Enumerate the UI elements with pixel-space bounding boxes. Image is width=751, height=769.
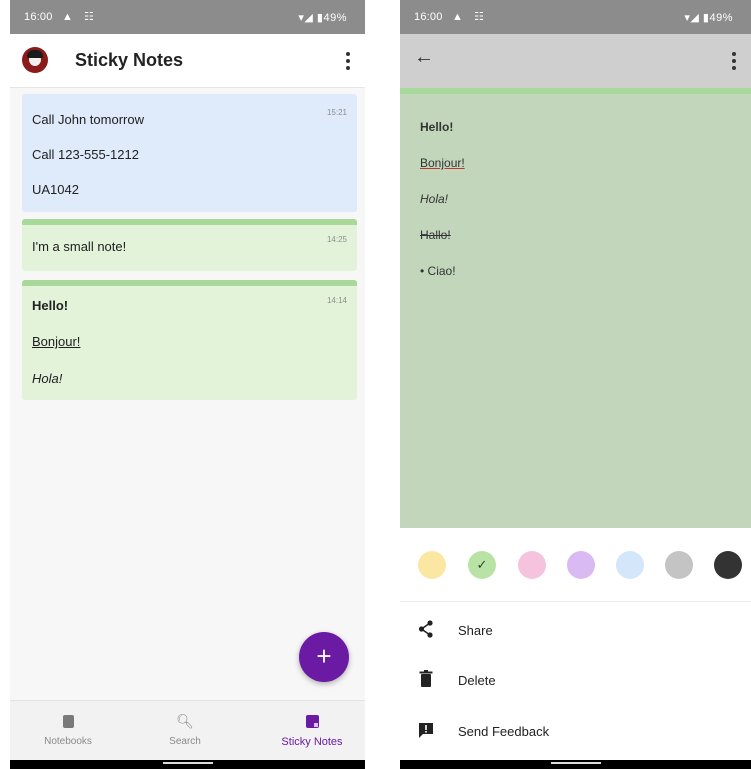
note-line-bold: Hello! <box>32 298 69 313</box>
menu-share[interactable]: Share <box>400 606 751 654</box>
home-indicator-bar <box>400 760 751 769</box>
editor-line-bullet[interactable]: • Ciao! <box>420 264 456 278</box>
nav-search-label: Search <box>169 736 201 747</box>
editor-line-bold[interactable]: Hello! <box>420 120 453 134</box>
note-color-strip <box>400 88 751 94</box>
note-color-strip <box>22 280 357 286</box>
status-time: 16:00 <box>24 11 53 23</box>
add-note-button[interactable]: + <box>299 632 349 682</box>
status-battery: ▾◢ ▮49% <box>298 12 347 24</box>
note-editor-screen: 16:00 ▲ ☷ ▾◢ ▮49% ← Hello! Bonjour! Hola… <box>400 0 751 769</box>
nav-notebooks-label: Notebooks <box>44 736 92 747</box>
color-swatch-pink[interactable] <box>518 551 546 579</box>
editor-line-underlined[interactable]: Bonjour! <box>420 156 465 170</box>
status-bar: 16:00 ▲ ☷ ▾◢ ▮49% <box>10 0 365 34</box>
color-swatch-gray[interactable] <box>665 551 693 579</box>
sticky-notes-list-screen: 16:00 ▲ ☷ ▾◢ ▮49% Sticky Notes 15:21 Cal… <box>10 0 365 769</box>
more-options-icon[interactable] <box>727 50 741 72</box>
note-card[interactable]: 15:21 Call John tomorrow Call 123-555-12… <box>22 94 357 212</box>
note-line: UA1042 <box>32 182 79 197</box>
status-notification-icons: ▲ ☷ <box>62 11 98 23</box>
editor-line-italic[interactable]: Hola! <box>420 192 448 206</box>
note-line: I'm a small note! <box>32 239 127 254</box>
feedback-icon <box>418 721 434 739</box>
more-options-icon[interactable] <box>341 50 355 72</box>
check-icon: ✓ <box>476 557 488 572</box>
note-timestamp: 14:25 <box>326 235 347 244</box>
avatar[interactable] <box>22 47 48 73</box>
color-swatch-purple[interactable] <box>567 551 595 579</box>
note-line: Call John tomorrow <box>32 112 144 127</box>
menu-share-label: Share <box>458 623 493 638</box>
note-card[interactable]: 14:25 I'm a small note! <box>22 219 357 271</box>
note-card[interactable]: 14:14 Hello! Bonjour! Hola! <box>22 280 357 400</box>
note-timestamp: 14:14 <box>326 296 347 305</box>
menu-delete-label: Delete <box>458 673 496 688</box>
status-notification-icons: ▲ ☷ <box>452 11 488 23</box>
avatar-hair <box>27 50 43 58</box>
note-line-italic: Hola! <box>32 371 63 386</box>
color-swatch-green[interactable]: ✓ <box>468 551 496 579</box>
home-indicator-bar <box>10 760 365 769</box>
note-line: Call 123-555-1212 <box>32 147 139 162</box>
note-timestamp: 15:21 <box>326 108 347 117</box>
menu-send-feedback[interactable]: Send Feedback <box>400 707 751 755</box>
nav-sticky-notes-label: Sticky Notes <box>281 736 343 748</box>
app-bar: ← <box>400 34 751 88</box>
note-editor[interactable]: Hello! Bonjour! Hola! Hallo! • Ciao! <box>400 88 751 528</box>
sticky-note-icon <box>262 713 362 731</box>
app-bar: Sticky Notes <box>10 34 365 88</box>
bottom-navigation: Notebooks 🔍︎ Search Sticky Notes <box>10 700 365 760</box>
nav-sticky-notes[interactable]: Sticky Notes <box>262 713 362 748</box>
status-time: 16:00 <box>414 11 443 23</box>
search-icon: 🔍︎ <box>176 713 194 729</box>
status-battery: ▾◢ ▮49% <box>684 12 733 24</box>
color-swatch-yellow[interactable] <box>418 551 446 579</box>
notebook-icon <box>18 713 118 731</box>
color-picker: ✓ <box>400 528 751 602</box>
back-arrow-icon[interactable]: ← <box>414 46 434 69</box>
nav-search[interactable]: 🔍︎ Search <box>135 713 235 747</box>
delete-icon <box>418 670 434 688</box>
color-swatch-blue[interactable] <box>616 551 644 579</box>
editor-line-strikethrough[interactable]: Hallo! <box>420 228 451 242</box>
menu-delete[interactable]: Delete <box>400 656 751 704</box>
page-title: Sticky Notes <box>75 50 184 70</box>
nav-notebooks[interactable]: Notebooks <box>18 713 118 747</box>
note-line-underlined: Bonjour! <box>32 334 81 349</box>
color-swatch-charcoal[interactable] <box>714 551 742 579</box>
note-color-strip <box>22 219 357 225</box>
share-icon <box>418 620 434 638</box>
menu-send-feedback-label: Send Feedback <box>458 724 550 739</box>
status-bar: 16:00 ▲ ☷ ▾◢ ▮49% <box>400 0 751 34</box>
